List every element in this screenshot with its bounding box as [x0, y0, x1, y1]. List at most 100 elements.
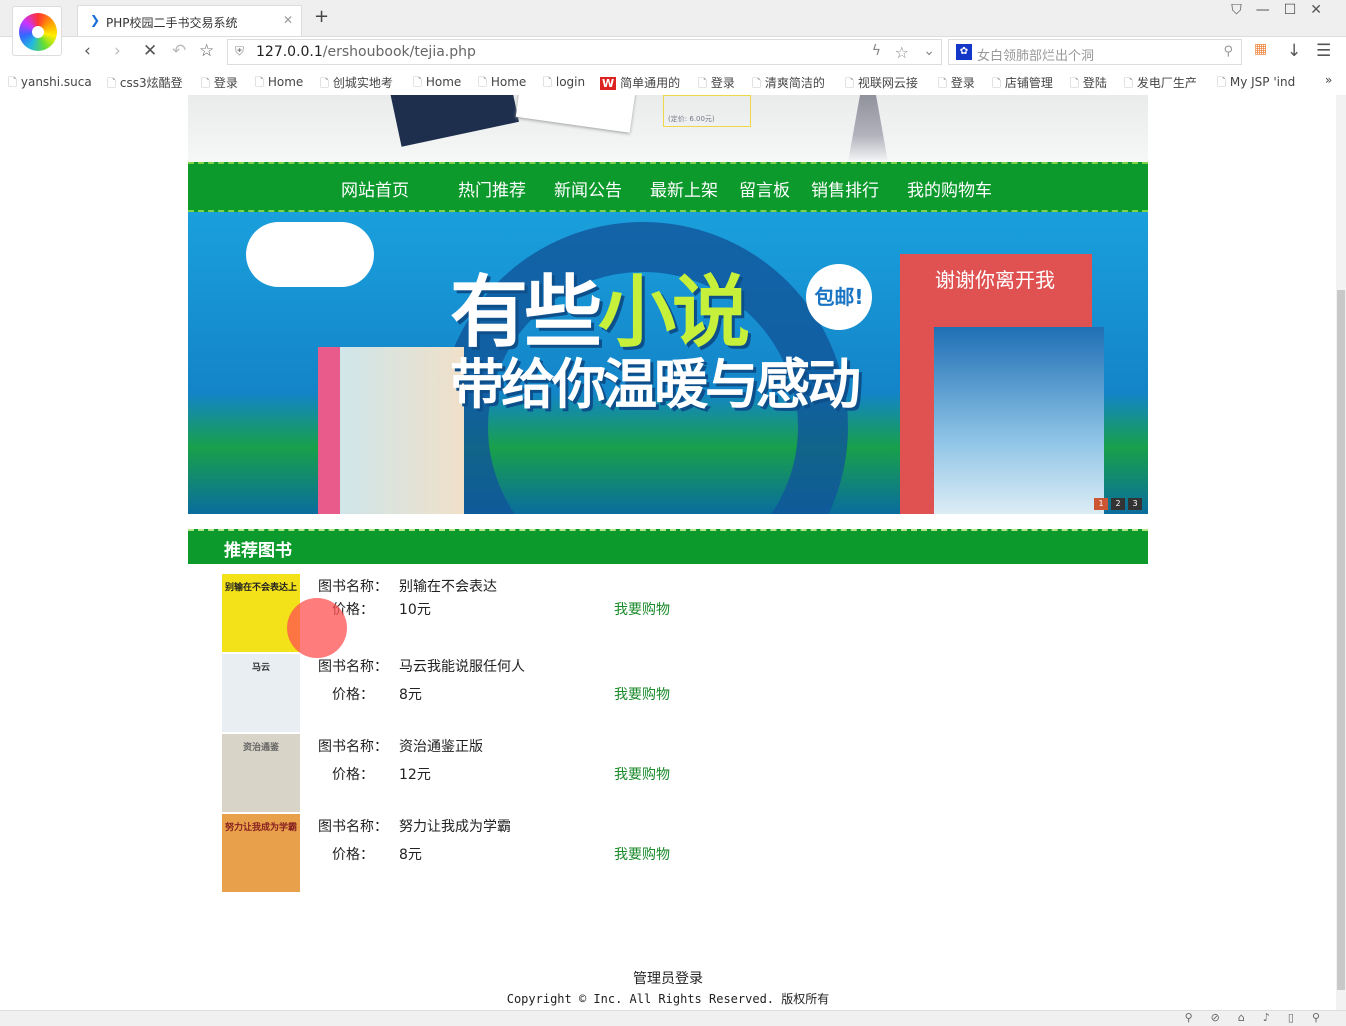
baidu-paw-icon: ✿ [956, 44, 972, 60]
tab-title: PHP校园二手书交易系统 [106, 16, 238, 30]
menu-guestbook[interactable]: 留言板 [739, 176, 790, 201]
web-page: (定价: 6.00元) 网站首页 热门推荐 新闻公告 最新上架 留言板 销售排行… [0, 95, 1336, 1010]
star-icon[interactable]: ☆ [199, 41, 214, 61]
banner-book-right-2 [934, 327, 1104, 514]
bookmark[interactable]: 视联网云接 [845, 74, 918, 94]
favorite-icon[interactable]: ☆ [895, 43, 909, 62]
name-label: 图书名称： [318, 819, 388, 835]
scrollbar-thumb[interactable] [1337, 290, 1345, 990]
bookmark[interactable]: 登录 [938, 74, 975, 94]
bookmark[interactable]: 登录 [698, 74, 735, 94]
buy-button[interactable]: 我要购物 [614, 764, 670, 784]
main-menu: 网站首页 热门推荐 新闻公告 最新上架 留言板 销售排行 我的购物车 [188, 162, 1148, 212]
menu-sales-ranking[interactable]: 销售排行 [811, 176, 879, 201]
bookmark[interactable]: yanshi.suca [8, 74, 92, 93]
book-name: 资治通鉴正版 [399, 739, 483, 755]
bookmark[interactable]: login [543, 74, 585, 93]
search-box[interactable]: ✿ 女白领肺部烂出个洞 ⚲ [948, 39, 1242, 65]
navigation-bar: ‹ › ✕ ↶ ☆ ⛨ 127.0.0.1/ershoubook/tejia.p… [0, 36, 1346, 66]
search-placeholder: 女白领肺部烂出个洞 [977, 49, 1095, 64]
forward-icon[interactable]: › [114, 41, 121, 61]
bookmark[interactable]: 发电厂生产 [1124, 74, 1197, 94]
bookmark[interactable]: 登陆 [1070, 74, 1107, 94]
name-label: 图书名称： [318, 579, 388, 595]
flash-icon[interactable]: ϟ [872, 43, 881, 59]
book-price: 8元 [399, 687, 422, 703]
menu-home[interactable]: 网站首页 [341, 176, 409, 201]
address-bar[interactable]: ⛨ 127.0.0.1/ershoubook/tejia.php ϟ ☆ ⌄ [227, 39, 942, 65]
new-tab-button[interactable]: + [314, 6, 329, 27]
shield-icon: ⛨ [235, 44, 245, 58]
tab-bar: ❯ PHP校园二手书交易系统 ✕ + ⛉—☐✕ [0, 0, 1346, 56]
download-icon[interactable]: ↓ [1287, 41, 1301, 61]
undo-icon[interactable]: ↶ [172, 41, 186, 61]
apps-icon[interactable]: ▦ [1254, 41, 1267, 57]
promo-banner[interactable]: 有些小说 带给你温暖与感动 包邮! 谢谢你离开我 123 [188, 212, 1148, 514]
admin-login-link[interactable]: 管理员登录 [0, 968, 1336, 988]
buy-button[interactable]: 我要购物 [614, 684, 670, 704]
slide-dot[interactable]: 3 [1128, 498, 1142, 510]
back-icon[interactable]: ‹ [84, 41, 91, 61]
status-bar: ⚲⊘⌂♪▯⚲ [0, 1010, 1346, 1026]
buy-button[interactable]: 我要购物 [614, 844, 670, 864]
book-cover[interactable]: 马云 [222, 654, 300, 732]
site-header-banner: (定价: 6.00元) [188, 95, 1148, 162]
browser-logo-icon[interactable] [12, 6, 62, 56]
bookmark[interactable]: 清爽简洁的 [752, 74, 825, 94]
bookmark[interactable]: 店铺管理 [992, 74, 1053, 94]
url-host: 127.0.0.1 [256, 44, 323, 60]
price-label: 价格： [332, 767, 374, 783]
banner-subheadline: 带给你温暖与感动 [450, 353, 861, 416]
book-cover[interactable]: 资治通鉴 [222, 734, 300, 812]
bookmark[interactable]: 创城实地考 [320, 74, 393, 94]
book-price: 8元 [399, 847, 422, 863]
header-card-image [515, 95, 636, 133]
bookmarks-bar: yanshi.suca css3炫酷登 登录 Home 创城实地考 Home H… [0, 68, 1346, 94]
book-price: 12元 [399, 767, 431, 783]
name-label: 图书名称： [318, 739, 388, 755]
free-shipping-badge: 包邮! [806, 264, 872, 330]
name-label: 图书名称： [318, 659, 388, 675]
price-label: 价格： [332, 687, 374, 703]
menu-cart[interactable]: 我的购物车 [907, 176, 992, 201]
menu-icon[interactable]: ☰ [1316, 41, 1331, 61]
menu-new-arrivals[interactable]: 最新上架 [650, 176, 718, 201]
slide-dot[interactable]: 1 [1094, 498, 1108, 510]
book-name: 别输在不会表达 [399, 579, 497, 595]
cloud-image [246, 222, 374, 287]
book-cover[interactable]: 努力让我成为学霸 [222, 814, 300, 892]
menu-news[interactable]: 新闻公告 [554, 176, 622, 201]
book-item: 努力让我成为学霸 图书名称： 努力让我成为学霸 价格： 8元 我要购物 [188, 814, 1148, 894]
dropdown-icon[interactable]: ⌄ [923, 43, 935, 59]
menu-hot[interactable]: 热门推荐 [458, 176, 526, 201]
book-item: 马云 图书名称： 马云我能说服任何人 价格： 8元 我要购物 [188, 654, 1148, 734]
header-figure-image [848, 95, 888, 162]
bookmark[interactable]: My JSP 'ind [1217, 74, 1295, 93]
close-tab-icon[interactable]: ✕ [283, 13, 293, 27]
book-cover[interactable]: 别输在不会表达上 [222, 574, 300, 652]
book-price: 10元 [399, 602, 431, 618]
bookmark[interactable]: Home [478, 74, 526, 93]
section-header: 推荐图书 [188, 529, 1148, 564]
bookmark[interactable]: css3炫酷登 [107, 74, 183, 94]
url-path: /ershoubook/tejia.php [322, 44, 476, 60]
bookmark[interactable]: 简单通用的 [600, 74, 680, 91]
copyright: Copyright © Inc. All Rights Reserved. 版权… [506, 992, 830, 1006]
buy-button[interactable]: 我要购物 [614, 599, 670, 619]
search-icon[interactable]: ⚲ [1223, 44, 1233, 59]
price-label: 价格： [332, 847, 374, 863]
browser-tab[interactable]: ❯ PHP校园二手书交易系统 ✕ [77, 5, 302, 36]
slide-dot[interactable]: 2 [1111, 498, 1125, 510]
bookmark[interactable]: Home [413, 74, 461, 93]
click-indicator [287, 598, 347, 658]
window-controls[interactable]: ⛉—☐✕ [1231, 2, 1336, 18]
stop-icon[interactable]: ✕ [143, 41, 157, 61]
scrollbar[interactable] [1336, 95, 1346, 1010]
header-book-image [387, 95, 519, 147]
slide-indicators: 123 [1091, 495, 1142, 510]
banner-book-left [318, 347, 464, 514]
more-bookmarks-icon[interactable]: » [1325, 73, 1332, 87]
book-name: 马云我能说服任何人 [399, 659, 525, 675]
bookmark[interactable]: 登录 [201, 74, 238, 94]
bookmark[interactable]: Home [255, 74, 303, 93]
